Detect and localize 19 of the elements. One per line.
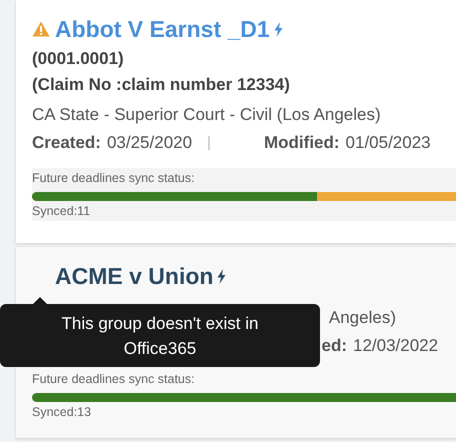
created-label: Created: (32, 132, 101, 154)
court-name: CA State - Superior Court - Civil (Los Angeles) (32, 105, 381, 124)
created-date: 03/25/2020 (106, 132, 192, 154)
modified-date: 12/03/2022 (353, 335, 438, 357)
sync-status-label: Future deadlines sync status: (32, 170, 196, 186)
modified-date: 01/05/2023 (346, 132, 431, 154)
case-number: (0001.0001) (32, 48, 125, 70)
lightning-icon (274, 22, 283, 36)
modified-label: ed: (322, 335, 347, 357)
modified-label: Modified: (264, 132, 340, 154)
claim-number: (Claim No :claim number 12334) (32, 74, 291, 96)
case-title[interactable]: ACME v Union (55, 262, 214, 290)
separator: | (207, 134, 211, 151)
synced-count: Synced:13 (32, 404, 92, 420)
tooltip: This group doesn't exist in Office365 (0, 304, 320, 367)
synced-count: Synced:11 (32, 203, 92, 219)
lightning-icon (217, 268, 226, 284)
sync-status-label: Future deadlines sync status: (32, 371, 196, 387)
court-name: Angeles) (328, 308, 396, 327)
